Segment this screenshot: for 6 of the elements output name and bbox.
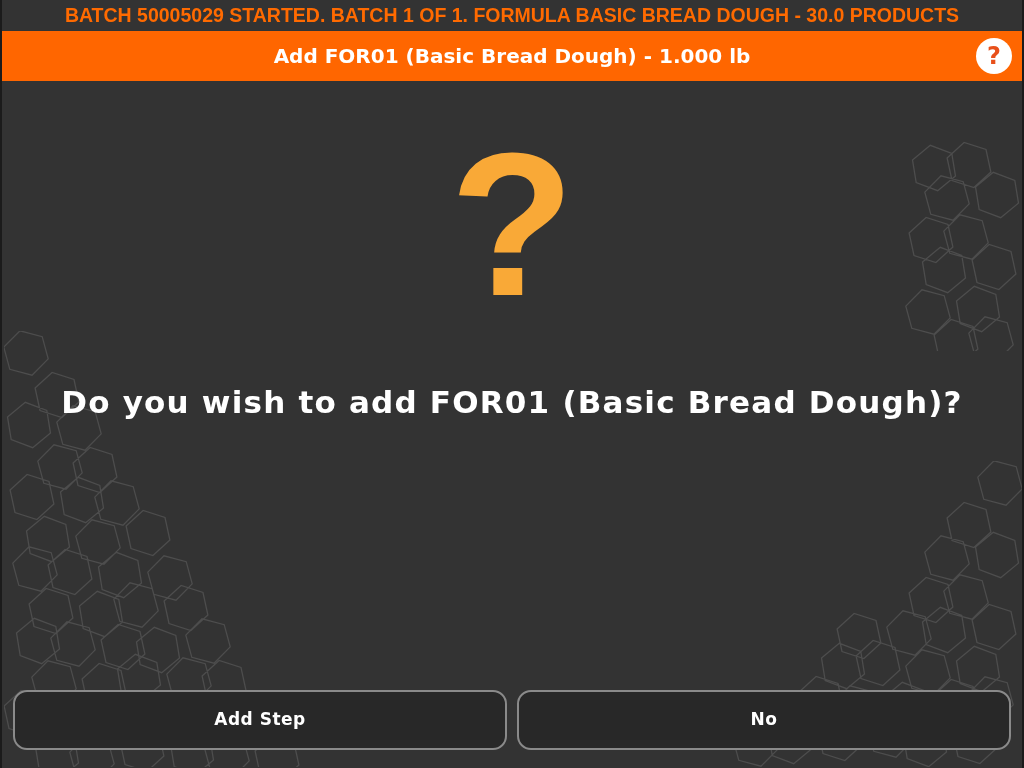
dialog-button[interactable]: Add Step <box>13 690 507 750</box>
dialog-button[interactable]: No <box>517 690 1011 750</box>
dialog-title: Add FOR01 (Basic Bread Dough) - 1.000 lb <box>273 43 751 70</box>
question-mark-icon: ? <box>449 122 575 326</box>
confirmation-message: Do you wish to add FOR01 (Basic Bread Dough)? <box>61 383 963 422</box>
help-button[interactable]: ? <box>976 38 1012 74</box>
